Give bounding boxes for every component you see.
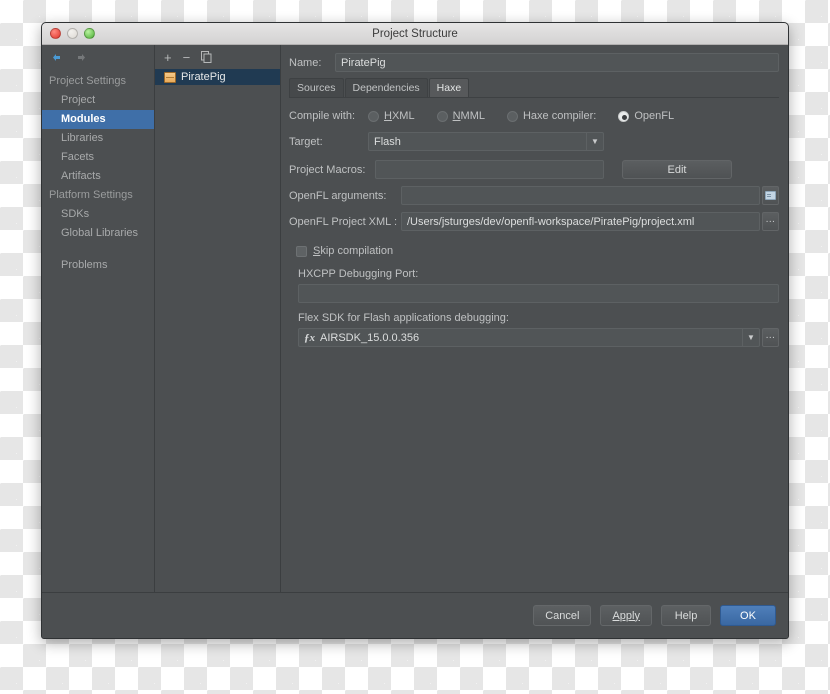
target-dropdown-value: Flash: [374, 136, 401, 148]
nav-group-platform-settings: Platform Settings: [42, 186, 154, 205]
openfl-project-xml-row: OpenFL Project XML : /Users/jsturges/dev…: [289, 212, 779, 231]
tab-sources[interactable]: Sources: [289, 78, 344, 97]
target-dropdown[interactable]: Flash ▼: [368, 132, 604, 151]
help-button[interactable]: Help: [661, 605, 711, 626]
add-module-button[interactable]: +: [164, 51, 172, 64]
skip-compilation-indicator: [296, 246, 307, 257]
radio-haxe-compiler-label: Haxe compiler:: [523, 110, 596, 122]
name-input[interactable]: PiratePig: [335, 53, 779, 72]
radio-haxe-compiler[interactable]: Haxe compiler:: [507, 110, 596, 122]
tab-haxe[interactable]: Haxe: [429, 78, 470, 97]
browse-flex-sdk-button[interactable]: …: [762, 328, 779, 347]
chevron-down-icon: ▼: [586, 133, 603, 150]
settings-nav-list: Project Settings Project Modules Librari…: [42, 69, 154, 275]
hxcpp-port-block: HXCPP Debugging Port:: [289, 268, 779, 303]
detail-tab-strip: Sources Dependencies Haxe: [289, 79, 779, 98]
module-name-row: Name: PiratePig: [289, 53, 779, 72]
compile-with-row: Compile with: HXML NMML Haxe compiler: O…: [289, 108, 779, 124]
module-detail-panel: Name: PiratePig Sources Dependencies Hax…: [281, 45, 788, 592]
skip-compilation-checkbox[interactable]: Skip compilation: [289, 245, 779, 257]
nav-group-project-settings: Project Settings: [42, 72, 154, 91]
cancel-button[interactable]: Cancel: [533, 605, 591, 626]
flex-sdk-row: ƒx AIRSDK_15.0.0.356 ▼ …: [298, 328, 779, 347]
radio-hxml[interactable]: HXML: [368, 110, 415, 122]
back-arrow-icon[interactable]: [51, 51, 64, 64]
title-bar: Project Structure: [42, 23, 788, 45]
apply-button[interactable]: Apply: [600, 605, 652, 626]
flex-sdk-value-wrap: ƒx AIRSDK_15.0.0.356: [304, 332, 742, 344]
flex-sdk-value: AIRSDK_15.0.0.356: [320, 332, 419, 344]
sidebar-item-facets[interactable]: Facets: [42, 148, 154, 167]
settings-navigation-panel: Project Settings Project Modules Librari…: [42, 45, 155, 592]
radio-hxml-indicator: [368, 111, 379, 122]
window-title: Project Structure: [42, 28, 788, 40]
hxcpp-port-input[interactable]: [298, 284, 779, 303]
dialog-body: Project Settings Project Modules Librari…: [42, 45, 788, 592]
sidebar-item-libraries[interactable]: Libraries: [42, 129, 154, 148]
edit-macros-button[interactable]: Edit: [622, 160, 732, 179]
hxcpp-port-label: HXCPP Debugging Port:: [298, 268, 779, 280]
module-name: PiratePig: [181, 71, 226, 83]
openfl-arguments-input[interactable]: [401, 186, 760, 205]
openfl-project-xml-label: OpenFL Project XML :: [289, 216, 401, 228]
flex-sdk-combo-wrap: ƒx AIRSDK_15.0.0.356 ▼: [298, 328, 760, 347]
flex-sdk-dropdown[interactable]: ƒx AIRSDK_15.0.0.356 ▼: [298, 328, 760, 347]
skip-compilation-label: Skip compilation: [313, 245, 393, 257]
compile-with-label: Compile with:: [289, 110, 368, 122]
openfl-arguments-row: OpenFL arguments:: [289, 186, 779, 205]
sidebar-item-project[interactable]: Project: [42, 91, 154, 110]
fx-icon: ƒx: [304, 332, 315, 344]
radio-haxe-compiler-indicator: [507, 111, 518, 122]
radio-openfl-indicator: [618, 111, 629, 122]
radio-nmml-label: NMML: [453, 110, 485, 122]
flex-sdk-block: Flex SDK for Flash applications debuggin…: [289, 312, 779, 347]
list-item[interactable]: PiratePig: [155, 69, 280, 85]
expand-editor-button[interactable]: [762, 186, 779, 205]
copy-module-icon[interactable]: [201, 51, 212, 63]
nav-spacer: [42, 243, 154, 256]
sidebar-item-sdks[interactable]: SDKs: [42, 205, 154, 224]
module-list-items: PiratePig: [155, 69, 280, 85]
project-structure-dialog: Project Structure Project Settings Proje…: [41, 22, 789, 639]
radio-hxml-label: HXML: [384, 110, 415, 122]
name-label: Name:: [289, 57, 335, 69]
tab-dependencies[interactable]: Dependencies: [345, 78, 428, 97]
module-list-toolbar: + −: [155, 45, 280, 69]
target-label: Target:: [289, 136, 368, 148]
module-list-panel: + − PiratePig: [155, 45, 281, 592]
ok-button[interactable]: OK: [720, 605, 776, 626]
radio-openfl-label: OpenFL: [634, 110, 674, 122]
chevron-down-icon: ▼: [742, 329, 759, 346]
sidebar-item-global-libraries[interactable]: Global Libraries: [42, 224, 154, 243]
dialog-footer: Cancel Apply Help OK: [42, 592, 788, 638]
target-row: Target: Flash ▼: [289, 132, 779, 151]
module-icon: [164, 72, 176, 83]
expand-editor-icon: [765, 191, 776, 200]
project-macros-row: Project Macros: Edit: [289, 160, 779, 179]
sidebar-item-artifacts[interactable]: Artifacts: [42, 167, 154, 186]
openfl-arguments-label: OpenFL arguments:: [289, 190, 401, 202]
browse-project-xml-button[interactable]: …: [762, 212, 779, 231]
apply-button-label: Apply: [612, 610, 640, 622]
radio-nmml[interactable]: NMML: [437, 110, 485, 122]
project-macros-input[interactable]: [375, 160, 604, 179]
project-macros-label: Project Macros:: [289, 164, 375, 176]
openfl-project-xml-input[interactable]: /Users/jsturges/dev/openfl-workspace/Pir…: [401, 212, 760, 231]
sidebar-item-problems[interactable]: Problems: [42, 256, 154, 275]
navigation-toolbar: [42, 45, 154, 69]
forward-arrow-icon[interactable]: [74, 51, 87, 64]
remove-module-button[interactable]: −: [183, 51, 191, 64]
radio-nmml-indicator: [437, 111, 448, 122]
sidebar-item-modules[interactable]: Modules: [42, 110, 154, 129]
flex-sdk-label: Flex SDK for Flash applications debuggin…: [298, 312, 779, 324]
radio-openfl[interactable]: OpenFL: [618, 110, 674, 122]
